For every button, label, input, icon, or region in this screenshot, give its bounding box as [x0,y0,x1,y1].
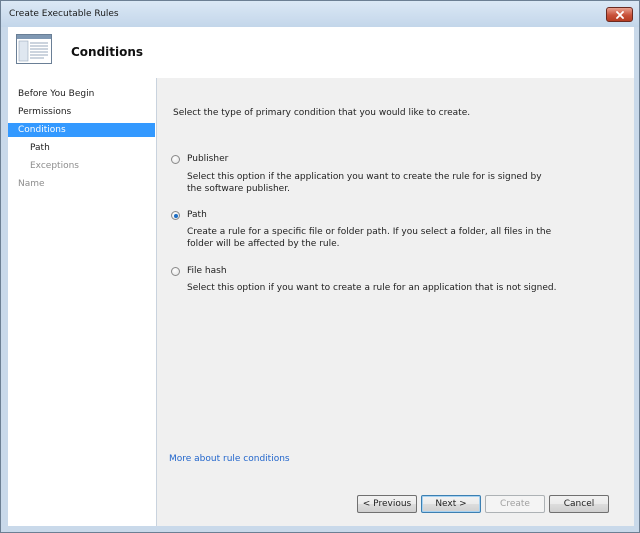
wizard-window-icon [16,34,52,64]
nav-item-permissions[interactable]: Permissions [8,105,155,119]
file-hash-description: Select this option if you want to create… [187,283,557,293]
nav-item-before-you-begin[interactable]: Before You Begin [8,87,155,101]
wizard-steps-nav: Before You Begin Permissions Conditions … [8,78,157,526]
create-button: Create [485,495,545,513]
path-label: Path [187,210,207,220]
previous-button[interactable]: < Previous [357,495,417,513]
nav-item-exceptions: Exceptions [30,161,79,171]
publisher-description: Select this option if the application yo… [187,172,542,194]
dialog-window: Create Executable Rules Conditions Befor… [0,0,640,533]
button-bar: < Previous Next > Create Cancel [157,488,634,526]
publisher-radio[interactable] [171,155,180,164]
window-frame-bottom [1,526,639,532]
publisher-label: Publisher [187,154,229,164]
instruction-text: Select the type of primary condition tha… [173,108,471,118]
file-hash-label: File hash [187,266,227,276]
content-pane: Select the type of primary condition tha… [157,78,634,488]
wizard-header: Conditions [8,27,634,78]
file-hash-radio[interactable] [171,267,180,276]
nav-item-path[interactable]: Path [8,141,155,155]
nav-item-conditions[interactable]: Conditions [8,123,155,137]
more-about-rule-conditions-link[interactable]: More about rule conditions [169,454,290,464]
close-x-icon [616,11,624,19]
nav-item-name: Name [18,179,45,189]
cancel-button[interactable]: Cancel [549,495,609,513]
path-description: Create a rule for a specific file or fol… [187,227,552,249]
page-title: Conditions [71,45,144,59]
title-bar[interactable]: Create Executable Rules [1,1,639,27]
close-button[interactable] [606,7,633,22]
window-title: Create Executable Rules [9,9,119,19]
next-button[interactable]: Next > [421,495,481,513]
path-radio[interactable] [171,211,180,220]
